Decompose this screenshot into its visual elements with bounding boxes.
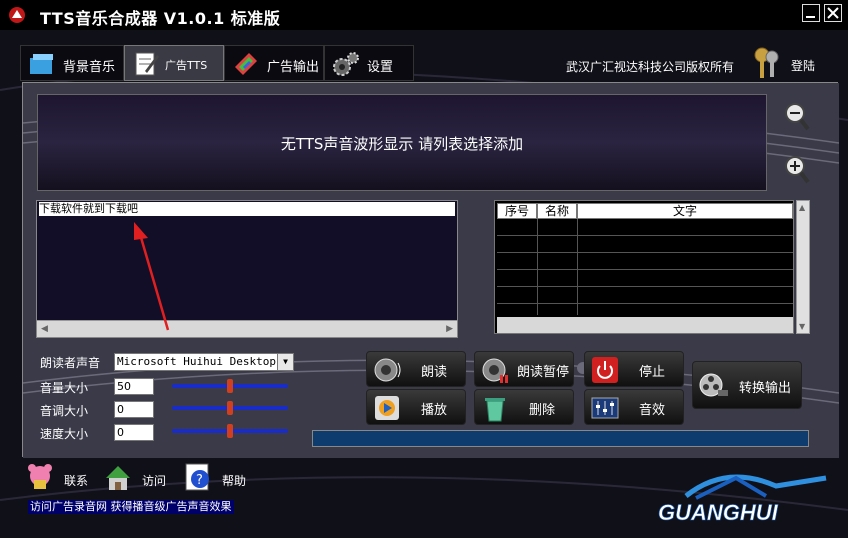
contact-link[interactable]: 联系 — [64, 472, 88, 489]
table-row[interactable] — [497, 253, 793, 270]
pause-label: 朗读暂停 — [517, 365, 570, 380]
login-link[interactable]: 登陆 — [791, 57, 815, 74]
table-row[interactable] — [497, 236, 793, 253]
recycle-bin-icon — [485, 398, 505, 422]
media-player-icon — [375, 396, 399, 420]
tab-settings[interactable]: 设置 — [324, 45, 414, 81]
svg-text:GUANGHUI: GUANGHUI — [658, 500, 779, 524]
volume-input[interactable]: 50 — [114, 378, 154, 395]
music-box-icon — [30, 54, 53, 74]
voice-select[interactable]: Microsoft Huihui Desktop - ▼ — [114, 353, 294, 371]
pitch-input[interactable]: 0 — [114, 401, 154, 418]
progress-bar — [312, 430, 809, 447]
speed-input[interactable]: 0 — [114, 424, 154, 441]
speed-slider[interactable] — [172, 424, 288, 438]
stop-button[interactable]: 停止 — [584, 351, 684, 387]
colorful-pencil-icon — [235, 53, 257, 75]
tab-background-music[interactable]: 背景音乐 — [20, 45, 124, 81]
speaker-pause-icon — [482, 358, 508, 383]
contact-icon[interactable] — [24, 462, 56, 492]
voice-select-value: Microsoft Huihui Desktop - — [117, 355, 290, 368]
speaker-icon — [374, 358, 401, 382]
play-button[interactable]: 播放 — [366, 389, 466, 425]
app-window: TTS音乐合成器 V1.0.1 标准版 背景音乐 广告TTS 广告输出 设置 武… — [0, 0, 848, 538]
horizontal-scrollbar[interactable]: ◀ ▶ — [37, 320, 457, 337]
column-divider — [537, 219, 538, 315]
chevron-down-icon[interactable]: ▼ — [277, 354, 293, 370]
close-button[interactable] — [824, 4, 842, 22]
film-reel-icon — [699, 373, 728, 397]
pitch-label: 音调大小 — [40, 404, 89, 418]
equalizer-icon — [591, 397, 619, 419]
copyright-text: 武汉广汇视达科技公司版权所有 — [566, 60, 735, 74]
convert-output-button[interactable]: 转换输出 — [692, 361, 802, 409]
playlist-table[interactable]: 序号 名称 文字 — [494, 200, 794, 334]
delete-label: 删除 — [529, 403, 556, 418]
guanghui-logo: GUANGHUI — [658, 474, 827, 524]
waveform-message: 无TTS声音波形显示 请列表选择添加 — [280, 135, 524, 153]
gears-icon — [333, 52, 359, 76]
effects-button[interactable]: 音效 — [584, 389, 684, 425]
tab-label: 广告TTS — [165, 59, 208, 72]
waveform-display: 无TTS声音波形显示 请列表选择添加 — [37, 94, 767, 191]
table-row[interactable] — [497, 270, 793, 287]
slider-thumb[interactable] — [227, 401, 233, 415]
close-icon — [827, 7, 839, 19]
promo-marquee[interactable]: 访问广告录音网 获得播音级广告声音效果 — [28, 500, 234, 514]
tts-text-editor[interactable]: 下载软件就到下载吧 ◀ ▶ — [36, 200, 458, 338]
slider-thumb[interactable] — [227, 379, 233, 393]
delete-button[interactable]: 删除 — [474, 389, 574, 425]
zoom-out-icon[interactable] — [784, 102, 810, 132]
convert-label: 转换输出 — [739, 381, 792, 396]
tab-label: 广告输出 — [267, 60, 320, 75]
column-header-index[interactable]: 序号 — [497, 203, 537, 219]
volume-slider[interactable] — [172, 379, 288, 393]
scroll-down-icon[interactable]: ▼ — [799, 322, 805, 331]
minimize-button[interactable] — [802, 4, 820, 22]
effects-label: 音效 — [639, 403, 666, 418]
notepad-pencil-icon — [135, 52, 159, 76]
title-bar: TTS音乐合成器 V1.0.1 标准版 — [0, 0, 848, 30]
help-link[interactable]: 帮助 — [222, 472, 246, 489]
column-header-text[interactable]: 文字 — [577, 203, 793, 219]
window-title: TTS音乐合成器 V1.0.1 标准版 — [40, 9, 281, 28]
app-icon — [9, 7, 25, 23]
tab-label: 设置 — [367, 60, 394, 75]
annotation-arrow — [134, 222, 170, 331]
play-label: 播放 — [421, 403, 448, 418]
house-icon[interactable] — [102, 462, 134, 492]
visit-link[interactable]: 访问 — [142, 472, 166, 489]
scroll-up-icon[interactable]: ▲ — [799, 203, 805, 212]
tab-ad-tts[interactable]: 广告TTS — [124, 45, 224, 81]
column-divider — [577, 219, 578, 315]
help-icon[interactable]: ? — [182, 462, 214, 492]
power-icon — [592, 357, 618, 383]
tab-label: 背景音乐 — [63, 60, 116, 75]
slider-thumb[interactable] — [227, 424, 233, 438]
svg-text:?: ? — [196, 473, 203, 488]
voice-label: 朗读者声音 — [40, 356, 101, 370]
volume-label: 音量大小 — [40, 381, 89, 395]
tab-ad-output[interactable]: 广告输出 — [224, 45, 324, 81]
scroll-left-icon[interactable]: ◀ — [41, 324, 48, 334]
zoom-in-icon[interactable] — [784, 155, 810, 185]
speed-label: 速度大小 — [40, 427, 89, 441]
read-label: 朗读 — [421, 365, 448, 380]
stop-label: 停止 — [639, 365, 666, 380]
table-vertical-scrollbar[interactable]: ▲ ▼ — [796, 200, 810, 334]
column-header-name[interactable]: 名称 — [537, 203, 577, 219]
keys-icon[interactable] — [752, 46, 782, 80]
minimize-icon — [806, 16, 815, 18]
read-button[interactable]: 朗读 — [366, 351, 466, 387]
table-row[interactable] — [497, 287, 793, 304]
table-horizontal-scrollbar[interactable] — [497, 317, 793, 333]
pitch-slider[interactable] — [172, 401, 288, 415]
table-row[interactable] — [497, 219, 793, 236]
scroll-right-icon[interactable]: ▶ — [446, 324, 453, 334]
pause-read-button[interactable]: 朗读暂停 — [474, 351, 574, 387]
tts-text-content[interactable]: 下载软件就到下载吧 — [39, 202, 455, 216]
